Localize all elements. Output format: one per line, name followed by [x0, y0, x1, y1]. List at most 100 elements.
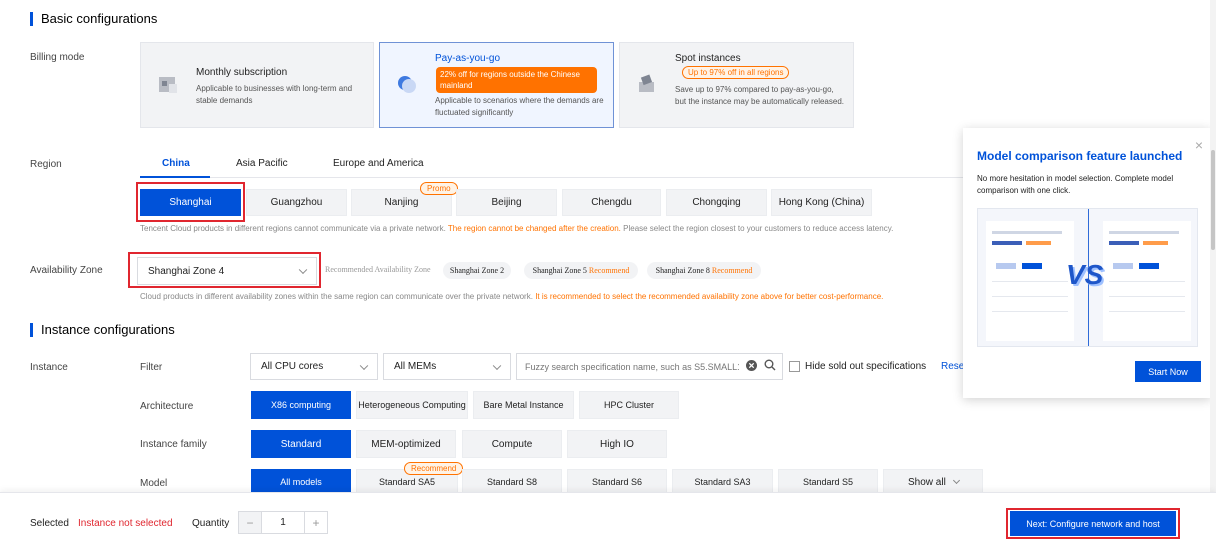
preview-divider: [1109, 296, 1185, 297]
quantity-plus-button[interactable]: +: [304, 512, 327, 533]
pie-chart-icon: [398, 76, 416, 93]
highlight-box: [128, 252, 321, 288]
availability-zone-label: Availability Zone: [30, 265, 103, 276]
cpu-select[interactable]: All CPU cores: [250, 353, 378, 380]
region-hint-text: Tencent Cloud products in different regi…: [140, 224, 446, 233]
preview-button: [996, 263, 1016, 269]
hide-sold-out-label: Hide sold out specifications: [805, 361, 927, 372]
discount-badge: Up to 97% off in all regions: [682, 66, 790, 79]
mem-select[interactable]: All MEMs: [383, 353, 511, 380]
arch-bare-metal[interactable]: Bare Metal Instance: [473, 391, 574, 419]
search-icon[interactable]: [764, 359, 776, 371]
az-tag-name: Shanghai Zone 8: [655, 266, 710, 275]
search-input[interactable]: [517, 354, 739, 379]
az-tag-zone8[interactable]: Shanghai Zone 8 Recommend: [647, 262, 761, 279]
recommended-az-label: Recommended Availability Zone: [325, 265, 431, 274]
search-box[interactable]: [516, 353, 783, 380]
region-hint-tail: Please select the region closest to your…: [623, 224, 894, 233]
region-hint: Tencent Cloud products in different regi…: [140, 224, 893, 233]
start-now-button[interactable]: Start Now: [1135, 361, 1201, 382]
tab-asia-pacific[interactable]: Asia Pacific: [236, 158, 288, 169]
filter-label: Filter: [140, 362, 163, 373]
arch-hpc-cluster[interactable]: HPC Cluster: [579, 391, 679, 419]
tab-china[interactable]: China: [162, 158, 190, 169]
region-tabs-divider: [140, 177, 963, 178]
calendar-icon: [159, 77, 177, 93]
family-high-io[interactable]: High IO: [567, 430, 667, 458]
preview-divider: [992, 281, 1068, 282]
tab-active-indicator: [140, 176, 210, 178]
instance-label: Instance: [30, 362, 68, 373]
arch-x86[interactable]: X86 computing: [251, 391, 351, 419]
family-standard[interactable]: Standard: [251, 430, 351, 458]
preview-line: [1109, 231, 1179, 234]
popup-body: No more hesitation in model selection. C…: [977, 174, 1174, 195]
hide-sold-out-checkbox[interactable]: [789, 361, 800, 372]
recommend-badge: Recommend: [404, 462, 464, 475]
billing-card-title: Monthly subscription: [196, 67, 288, 78]
promo-badge: Promo: [420, 182, 458, 195]
city-hong-kong[interactable]: Hong Kong (China): [771, 189, 872, 216]
billing-card-pay-as-you-go[interactable]: Pay-as-you-go 22% off for regions outsid…: [379, 42, 614, 128]
city-beijing[interactable]: Beijing: [456, 189, 557, 216]
city-chengdu[interactable]: Chengdu: [562, 189, 661, 216]
az-tag-zone2[interactable]: Shanghai Zone 2: [443, 262, 511, 279]
az-tag-recommend: Recommend: [588, 266, 630, 275]
tab-europe-america[interactable]: Europe and America: [333, 158, 424, 169]
reset-link[interactable]: Rese: [941, 361, 964, 372]
az-hint-text: Cloud products in different availability…: [140, 292, 533, 301]
preview-button: [1139, 263, 1159, 269]
preview-divider: [992, 296, 1068, 297]
close-icon[interactable]: ×: [1195, 138, 1203, 152]
az-tag-zone5[interactable]: Shanghai Zone 5 Recommend: [524, 262, 638, 279]
clear-icon[interactable]: [746, 360, 757, 371]
basic-config-title: Basic configurations: [30, 11, 157, 26]
instance-config-title-text: Instance configurations: [41, 322, 175, 337]
preview-line: [1109, 241, 1139, 245]
billing-card-desc: Applicable to scenarios where the demand…: [435, 96, 604, 117]
quantity-stepper[interactable]: − 1 +: [238, 511, 328, 534]
preview-line: [992, 231, 1062, 234]
billing-card-spot[interactable]: Spot instances Up to 97% off in all regi…: [619, 42, 854, 128]
preview-button: [1022, 263, 1042, 269]
show-all-label: Show all: [908, 476, 946, 488]
region-label: Region: [30, 159, 62, 170]
city-guangzhou[interactable]: Guangzhou: [246, 189, 347, 216]
cpu-select-value: All CPU cores: [261, 361, 324, 372]
discount-badge: 22% off for regions outside the Chinese …: [436, 67, 597, 93]
architecture-label: Architecture: [140, 401, 194, 412]
quantity-value[interactable]: 1: [262, 512, 304, 533]
model-comparison-popup: × Model comparison feature launched No m…: [963, 128, 1211, 398]
mem-select-value: All MEMs: [394, 361, 437, 372]
vs-graphic: VS: [1066, 259, 1104, 290]
billing-card-desc: Applicable to businesses with long-term …: [196, 84, 353, 105]
quantity-label: Quantity: [192, 518, 230, 529]
scrollbar-thumb[interactable]: [1211, 150, 1215, 250]
chevron-down-icon: [952, 476, 960, 485]
preview-button: [1113, 263, 1133, 269]
quantity-minus-button[interactable]: −: [239, 512, 262, 533]
title-accent-bar: [30, 322, 33, 337]
arch-heterogeneous[interactable]: Heterogeneous Computing: [356, 391, 468, 419]
preview-card-right: [1103, 221, 1191, 341]
city-chongqing[interactable]: Chongqing: [666, 189, 767, 216]
tag-icon: [639, 74, 654, 92]
preview-card-left: [986, 221, 1074, 341]
billing-card-title: Spot instances: [675, 53, 741, 64]
title-accent-bar: [30, 11, 33, 26]
preview-divider: [1109, 281, 1185, 282]
selected-label: Selected: [30, 518, 69, 529]
family-compute[interactable]: Compute: [462, 430, 562, 458]
page-scrollbar[interactable]: [1210, 0, 1216, 492]
az-tag-recommend: Recommend: [711, 266, 753, 275]
basic-config-title-text: Basic configurations: [41, 11, 158, 26]
region-hint-warning: The region cannot be changed after the c…: [447, 224, 621, 233]
az-tag-name: Shanghai Zone 5: [532, 266, 587, 275]
family-mem-optimized[interactable]: MEM-optimized: [356, 430, 456, 458]
highlight-box: [136, 182, 245, 222]
billing-card-title: Pay-as-you-go: [435, 53, 501, 64]
billing-card-monthly[interactable]: Monthly subscription Applicable to busin…: [140, 42, 374, 128]
chevron-down-icon: [359, 361, 369, 370]
highlight-box: [1006, 508, 1180, 539]
az-hint-warning: It is recommended to select the recommen…: [535, 292, 884, 301]
